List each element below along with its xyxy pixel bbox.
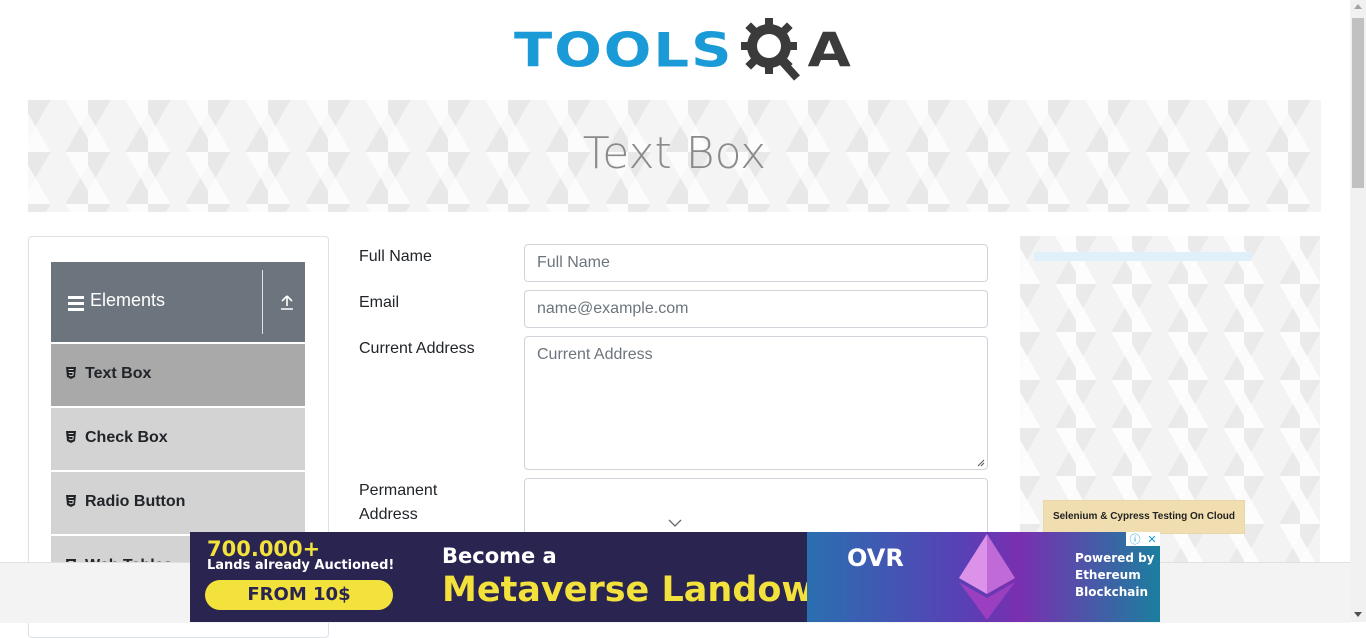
site-header: TOOLS A [0, 0, 1350, 100]
current-address-placeholder: Current Address [537, 346, 653, 363]
bottom-ad-banner[interactable]: 700.000+ Lands already Auctioned! FROM 1… [190, 532, 1160, 622]
collapse-up-icon[interactable] [279, 294, 295, 314]
current-address-textarea[interactable]: Current Address [524, 336, 988, 470]
sidebar-group-elements[interactable]: Elements [51, 262, 305, 342]
ad-info-icon[interactable]: ⓘ [1129, 531, 1140, 547]
sidebar-item-text-box[interactable]: Text Box [51, 342, 305, 406]
right-ad-panel[interactable]: Selenium & Cypress Testing On Cloud [1020, 236, 1320, 566]
full-name-label: Full Name [359, 248, 432, 265]
scroll-down-icon[interactable] [1354, 612, 1362, 617]
full-name-input[interactable]: Full Name [524, 244, 988, 282]
sidebar-item-label: Radio Button [85, 493, 186, 510]
page-banner: Text Box [28, 100, 1321, 212]
email-placeholder: name@example.com [537, 300, 689, 317]
ethereum-crystal-icon [959, 534, 1015, 620]
ad-choices-controls[interactable]: ⓘ ✕ [1126, 532, 1160, 546]
email-input[interactable]: name@example.com [524, 290, 988, 328]
selenium-cypress-ad-button[interactable]: Selenium & Cypress Testing On Cloud [1043, 500, 1245, 534]
sidebar-group-title: Elements [90, 290, 166, 310]
html5-icon [66, 431, 76, 443]
permanent-address-label: Permanent Address [359, 479, 437, 527]
sidebar-item-label: Text Box [85, 365, 152, 382]
ad-loading-bar [1034, 252, 1251, 261]
email-label: Email [359, 294, 400, 311]
page-scrollbar[interactable] [1350, 0, 1366, 622]
chevron-down-icon [668, 519, 682, 527]
sidebar-item-check-box[interactable]: Check Box [51, 406, 305, 470]
ad-powered-line1: Powered by [1075, 551, 1155, 565]
toolsqa-logo[interactable]: TOOLS A [514, 14, 851, 88]
ad-powered-by: Powered by Ethereum Blockchain [1075, 550, 1155, 601]
ad-right-block: OVR Powered by Ethereum Blockchain [807, 532, 1160, 622]
sidebar-item-radio-button[interactable]: Radio Button [51, 470, 305, 534]
html5-icon [66, 495, 76, 507]
logo-text-tools: TOOLS [514, 22, 734, 79]
scroll-up-icon[interactable] [1354, 4, 1362, 9]
current-address-label: Current Address [359, 340, 475, 357]
ad-powered-line3: Blockchain [1075, 585, 1149, 599]
ad-headline-1: Become a [442, 544, 557, 568]
ad-left-block: 700.000+ Lands already Auctioned! FROM 1… [190, 532, 430, 622]
permanent-address-label-line2: Address [359, 506, 418, 523]
html5-icon [66, 367, 76, 379]
logo-text-a: A [807, 22, 851, 79]
full-name-placeholder: Full Name [537, 254, 610, 271]
ad-close-icon[interactable]: ✕ [1147, 533, 1156, 546]
ovr-brand: OVR [847, 544, 904, 572]
scrollbar-thumb[interactable] [1352, 18, 1364, 188]
sidebar-item-label: Check Box [85, 429, 168, 446]
permanent-address-label-line1: Permanent [359, 482, 438, 499]
resize-handle-icon[interactable] [977, 459, 985, 467]
page-title: Text Box [582, 128, 767, 179]
group-divider [262, 270, 263, 334]
hamburger-icon [68, 296, 84, 314]
ad-price-button[interactable]: FROM 10$ [205, 580, 393, 610]
ad-powered-line2: Ethereum [1075, 568, 1141, 582]
gear-magnifier-icon [739, 14, 805, 88]
ad-count-sub: Lands already Auctioned! [207, 558, 395, 573]
